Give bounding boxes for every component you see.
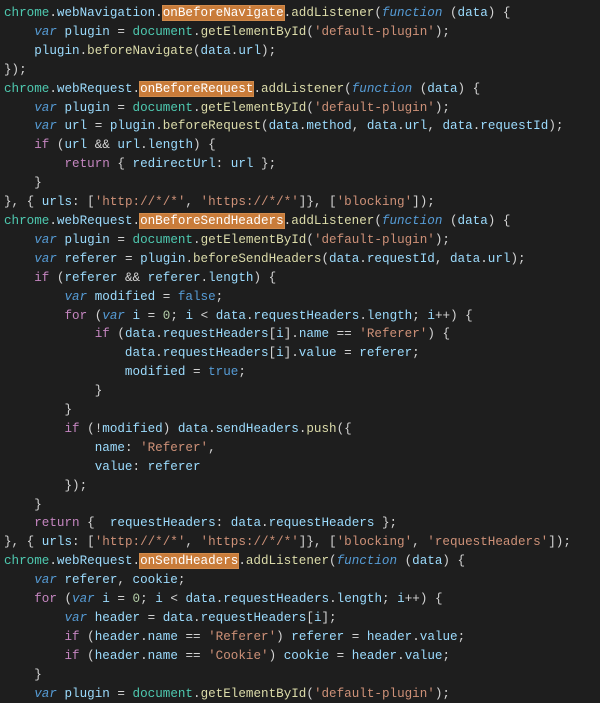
code-line: chrome.webNavigation.onBeforeNavigate.ad…: [4, 6, 510, 20]
code-line: }: [4, 176, 42, 190]
highlight-onBeforeNavigate: onBeforeNavigate: [163, 6, 284, 20]
code-line: value: referer: [4, 460, 201, 474]
code-block: chrome.webNavigation.onBeforeNavigate.ad…: [0, 0, 600, 703]
highlight-onBeforeSendHeaders: onBeforeSendHeaders: [140, 214, 284, 228]
code-line: if (!modified) data.sendHeaders.push({: [4, 422, 352, 436]
code-line: if (header.name == 'Cookie') cookie = he…: [4, 649, 450, 663]
code-line: var url = plugin.beforeRequest(data.meth…: [4, 119, 563, 133]
code-line: if (referer && referer.length) {: [4, 271, 276, 285]
highlight-onBeforeRequest: onBeforeRequest: [140, 82, 253, 96]
code-line: plugin.beforeNavigate(data.url);: [4, 44, 276, 58]
code-line: return { redirectUrl: url };: [4, 157, 276, 171]
code-line: });: [4, 479, 87, 493]
code-line: var plugin = document.getElementById('de…: [4, 25, 450, 39]
code-line: }: [4, 668, 42, 682]
code-line: var header = data.requestHeaders[i];: [4, 611, 337, 625]
code-line: chrome.webRequest.onBeforeRequest.addLis…: [4, 82, 480, 96]
code-line: name: 'Referer',: [4, 441, 216, 455]
code-line: for (var i = 0; i < data.requestHeaders.…: [4, 592, 443, 606]
code-line: if (header.name == 'Referer') referer = …: [4, 630, 465, 644]
code-line: }, { urls: ['http://*/*', 'https://*/*']…: [4, 195, 435, 209]
code-line: var plugin = document.getElementById('de…: [4, 233, 450, 247]
code-line: var modified = false;: [4, 290, 223, 304]
code-line: modified = true;: [4, 365, 246, 379]
code-line: }: [4, 403, 72, 417]
code-line: return { requestHeaders: data.requestHea…: [4, 516, 397, 530]
code-line: for (var i = 0; i < data.requestHeaders.…: [4, 309, 473, 323]
code-line: if (data.requestHeaders[i].name == 'Refe…: [4, 327, 450, 341]
highlight-onSendHeaders: onSendHeaders: [140, 554, 238, 568]
token-object: chrome: [4, 6, 49, 20]
code-line: }, { urls: ['http://*/*', 'https://*/*']…: [4, 535, 571, 549]
code-line: var plugin = document.getElementById('de…: [4, 101, 450, 115]
code-line: }: [4, 498, 42, 512]
code-line: data.requestHeaders[i].value = referer;: [4, 346, 420, 360]
code-line: if (url && url.length) {: [4, 138, 216, 152]
code-line: var referer = plugin.beforeSendHeaders(d…: [4, 252, 526, 266]
code-line: var plugin = document.getElementById('de…: [4, 687, 450, 701]
code-line: }: [4, 384, 102, 398]
code-line: chrome.webRequest.onBeforeSendHeaders.ad…: [4, 214, 510, 228]
code-line: });: [4, 63, 27, 77]
code-line: chrome.webRequest.onSendHeaders.addListe…: [4, 554, 465, 568]
code-line: var referer, cookie;: [4, 573, 185, 587]
